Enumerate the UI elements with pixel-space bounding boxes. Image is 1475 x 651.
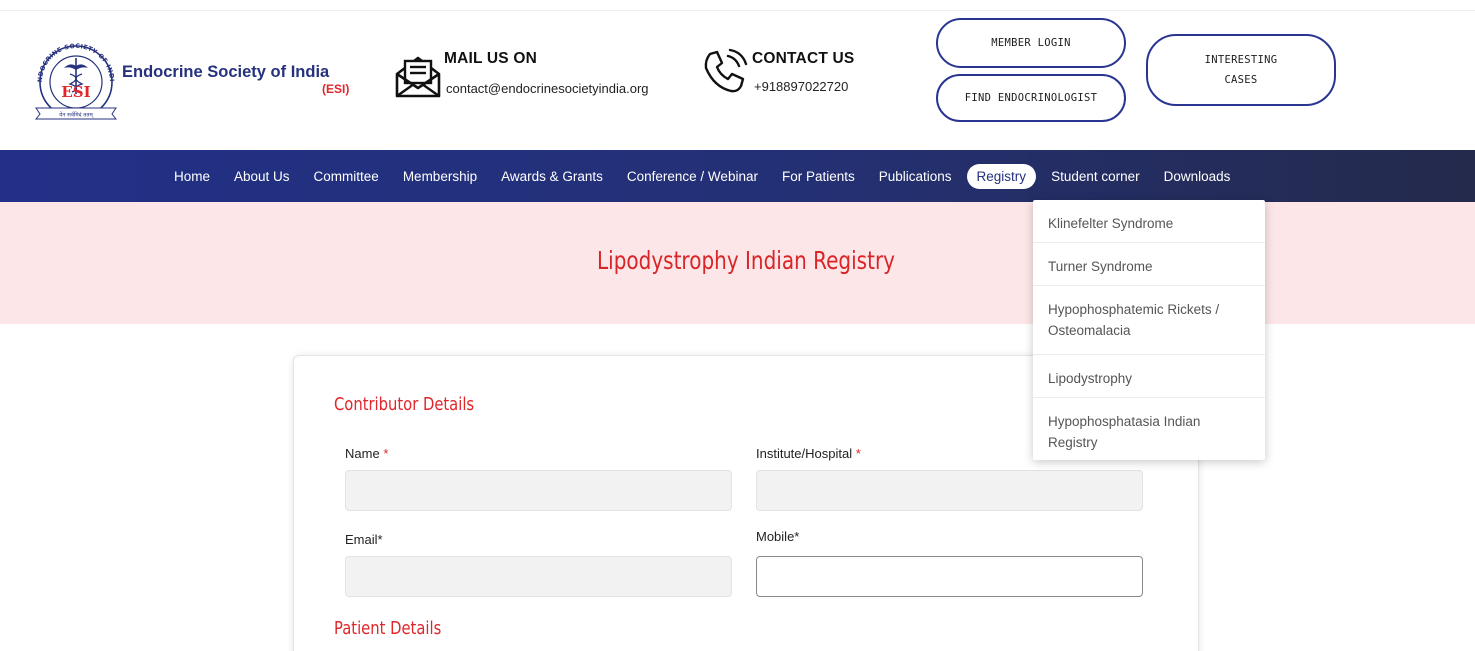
name-label: Name * bbox=[345, 446, 388, 461]
main-navbar: Home About Us Committee Membership Award… bbox=[0, 150, 1475, 202]
dropdown-item-klinefelter[interactable]: Klinefelter Syndrome bbox=[1033, 200, 1265, 243]
name-label-text: Name bbox=[345, 446, 380, 461]
mobile-input[interactable] bbox=[756, 556, 1143, 597]
nav-item-conference-webinar[interactable]: Conference / Webinar bbox=[615, 164, 770, 189]
dropdown-item-hypophosphatasia[interactable]: Hypophosphatasia Indian Registry bbox=[1033, 398, 1265, 466]
institute-input[interactable] bbox=[756, 470, 1143, 511]
institute-label-text: Institute/Hospital bbox=[756, 446, 853, 461]
dropdown-item-lipodystrophy[interactable]: Lipodystrophy bbox=[1033, 355, 1265, 398]
nav-item-student-corner[interactable]: Student corner bbox=[1039, 164, 1152, 189]
phone-number-link[interactable]: +918897022720 bbox=[754, 79, 848, 94]
dropdown-item-turner[interactable]: Turner Syndrome bbox=[1033, 243, 1265, 286]
institute-label: Institute/Hospital * bbox=[756, 446, 861, 461]
interesting-cases-label-line1: INTERESTING bbox=[1204, 54, 1278, 66]
email-input[interactable] bbox=[345, 556, 732, 597]
mail-title: MAIL US ON bbox=[444, 50, 537, 67]
nav-item-about-us[interactable]: About Us bbox=[222, 164, 302, 189]
site-header: ENDOCRINE SOCIETY OF INDIA ESI येन सर्वम… bbox=[0, 0, 1475, 150]
dropdown-item-hypophosphatemic-rickets[interactable]: Hypophosphatemic Rickets / Osteomalacia bbox=[1033, 286, 1265, 355]
nav-item-awards-grants[interactable]: Awards & Grants bbox=[489, 164, 615, 189]
nav-item-home[interactable]: Home bbox=[162, 164, 222, 189]
interesting-cases-label-line2: CASES bbox=[1224, 74, 1258, 86]
nav-item-registry[interactable]: Registry bbox=[966, 163, 1037, 189]
nav-item-publications[interactable]: Publications bbox=[867, 164, 964, 189]
logo-center-text: ESI bbox=[61, 83, 90, 101]
name-input[interactable] bbox=[345, 470, 732, 511]
envelope-icon bbox=[395, 56, 441, 98]
nav-list: Home About Us Committee Membership Award… bbox=[162, 150, 1242, 202]
institute-required-mark: * bbox=[855, 446, 861, 461]
member-login-button[interactable]: MEMBER LOGIN bbox=[936, 18, 1126, 68]
patient-details-heading: Patient Details bbox=[334, 618, 442, 639]
contributor-details-heading: Contributor Details bbox=[334, 394, 475, 415]
contact-title: CONTACT US bbox=[752, 50, 855, 67]
nav-item-membership[interactable]: Membership bbox=[391, 164, 489, 189]
header-top-divider bbox=[0, 10, 1475, 11]
phone-icon bbox=[704, 48, 748, 93]
nav-item-committee[interactable]: Committee bbox=[302, 164, 391, 189]
brand-abbreviation: (ESI) bbox=[322, 82, 350, 96]
nav-item-for-patients[interactable]: For Patients bbox=[770, 164, 867, 189]
email-label: Email* bbox=[345, 532, 383, 547]
interesting-cases-button[interactable]: INTERESTING CASES bbox=[1146, 34, 1336, 106]
registry-dropdown-menu: Klinefelter Syndrome Turner Syndrome Hyp… bbox=[1033, 200, 1265, 460]
name-required-mark: * bbox=[383, 446, 389, 461]
brand-name[interactable]: Endocrine Society of India bbox=[122, 63, 329, 82]
esi-logo-icon[interactable]: ENDOCRINE SOCIETY OF INDIA ESI येन सर्वम… bbox=[30, 42, 122, 120]
logo-motto: येन सर्वमिदं ततम् bbox=[59, 112, 94, 119]
mobile-label: Mobile* bbox=[756, 529, 800, 544]
nav-item-downloads[interactable]: Downloads bbox=[1152, 164, 1243, 189]
mail-address-link[interactable]: contact@endocrinesocietyindia.org bbox=[446, 81, 649, 96]
find-endocrinologist-button[interactable]: FIND ENDOCRINOLOGIST bbox=[936, 74, 1126, 122]
